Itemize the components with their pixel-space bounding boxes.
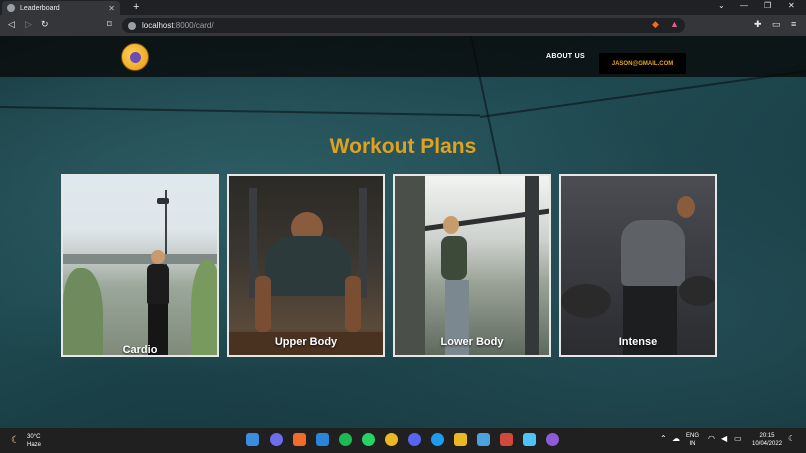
card-label: Cardio: [122, 344, 158, 356]
shrub: [191, 260, 217, 355]
cloud-icon[interactable]: ☁: [672, 435, 680, 443]
woman-torso: [441, 236, 467, 280]
background-crack: [0, 106, 480, 117]
wall: [63, 254, 217, 264]
back-icon[interactable]: ◁: [8, 19, 15, 30]
new-tab-icon[interactable]: +: [133, 1, 139, 13]
window-close-icon[interactable]: ✕: [788, 1, 795, 10]
woman-torso: [147, 264, 169, 304]
spotify-icon[interactable]: [339, 433, 352, 446]
sidebar-icon[interactable]: ▭: [772, 19, 781, 30]
background-crack: [480, 70, 806, 118]
github-icon[interactable]: [546, 433, 559, 446]
card-label: Lower Body: [440, 336, 504, 348]
menu-icon[interactable]: ≡: [791, 19, 796, 29]
man-torso: [621, 220, 685, 286]
user-email-button[interactable]: JASON@GMAIL.COM: [599, 53, 686, 74]
taskbar: ☾ 30°C Haze ⌃ ☁ ENG IN ◠ ◀ ▭ 20:15 10/04…: [0, 428, 806, 453]
chrome-icon[interactable]: [385, 433, 398, 446]
maximize-icon[interactable]: ❐: [764, 1, 771, 10]
chat-icon[interactable]: [270, 433, 283, 446]
reload-icon[interactable]: ↻: [41, 19, 49, 30]
man-torso: [265, 236, 351, 296]
vscode-icon[interactable]: [316, 433, 329, 446]
alexa-icon[interactable]: [431, 433, 444, 446]
weather-condition: Haze: [27, 442, 42, 448]
browser-tab[interactable]: Leaderboard ✕: [2, 1, 120, 15]
woman-head: [443, 216, 459, 234]
wifi-icon[interactable]: ◠: [708, 435, 715, 443]
photos-icon[interactable]: [477, 433, 490, 446]
page-title: Workout Plans: [329, 135, 477, 158]
tab-title: Leaderboard: [20, 4, 60, 12]
forward-icon[interactable]: ▷: [25, 19, 32, 30]
card-label: Upper Body: [274, 336, 338, 348]
man-arm: [345, 276, 361, 332]
woman-head: [151, 250, 165, 264]
weather-widget[interactable]: 30°C Haze: [27, 433, 41, 449]
dumbbell: [679, 276, 715, 306]
address-bar[interactable]: localhost :8000/card/: [122, 18, 685, 33]
whatsapp-icon[interactable]: [362, 433, 375, 446]
brave-rewards-icon[interactable]: ▲: [670, 19, 679, 29]
chevron-up-icon[interactable]: ⌃: [660, 435, 667, 443]
man-head: [677, 196, 695, 218]
close-icon[interactable]: ✕: [108, 4, 115, 13]
temperature: 30°C: [27, 434, 41, 440]
browser-tabbar: Leaderboard ✕ + ⌄ — ❐ ✕: [0, 0, 806, 15]
time: 20:15: [759, 433, 775, 439]
site-header: ABOUT US JASON@GMAIL.COM: [0, 36, 806, 77]
card-label: Intense: [618, 336, 658, 348]
start-icon[interactable]: [246, 433, 259, 446]
moon-icon: ☾: [11, 435, 20, 446]
language-indicator[interactable]: ENG IN: [686, 432, 699, 448]
about-us-link[interactable]: ABOUT US: [546, 53, 585, 60]
workout-card-intense[interactable]: Intense: [559, 174, 717, 357]
tab-favicon-icon: [7, 4, 15, 12]
notepad-icon[interactable]: [523, 433, 536, 446]
volume-icon[interactable]: ◀: [721, 435, 727, 443]
chevron-down-icon[interactable]: ⌄: [718, 1, 725, 10]
bookmark-icon[interactable]: ⌑: [107, 19, 112, 30]
battery-icon[interactable]: ▭: [734, 435, 742, 443]
man-arm: [255, 276, 271, 332]
url-host: localhost: [142, 21, 174, 30]
file-explorer-icon[interactable]: [454, 433, 467, 446]
pillar: [525, 176, 539, 355]
site-logo[interactable]: [121, 43, 149, 71]
discord-icon[interactable]: [408, 433, 421, 446]
region: IN: [689, 441, 696, 447]
workout-card-upper-body[interactable]: Upper Body: [227, 174, 385, 357]
dumbbell: [561, 284, 611, 318]
url-path: :8000/card/: [173, 21, 214, 30]
pillar: [395, 176, 425, 355]
date: 10/04/2022: [752, 441, 783, 447]
brave-shield-icon[interactable]: ◆: [652, 19, 659, 30]
language: ENG: [686, 433, 700, 439]
workout-card-cardio[interactable]: Cardio: [61, 174, 219, 357]
brave-icon[interactable]: [293, 433, 306, 446]
page-content: ABOUT US JASON@GMAIL.COM Workout Plans C…: [0, 36, 806, 428]
browser-toolbar: ◁ ▷ ↻ ⌑ localhost :8000/card/ ◆ ▲ ✚ ▭ ≡: [0, 15, 806, 36]
minimize-icon[interactable]: —: [740, 1, 748, 10]
extensions-icon[interactable]: ✚: [754, 19, 762, 30]
app-icon[interactable]: [500, 433, 513, 446]
notification-icon[interactable]: ☾: [788, 435, 795, 443]
workout-card-lower-body[interactable]: Lower Body: [393, 174, 551, 357]
lamp-head: [157, 198, 169, 204]
clock[interactable]: 20:15 10/04/2022: [752, 432, 782, 448]
site-info-icon[interactable]: [128, 21, 136, 30]
